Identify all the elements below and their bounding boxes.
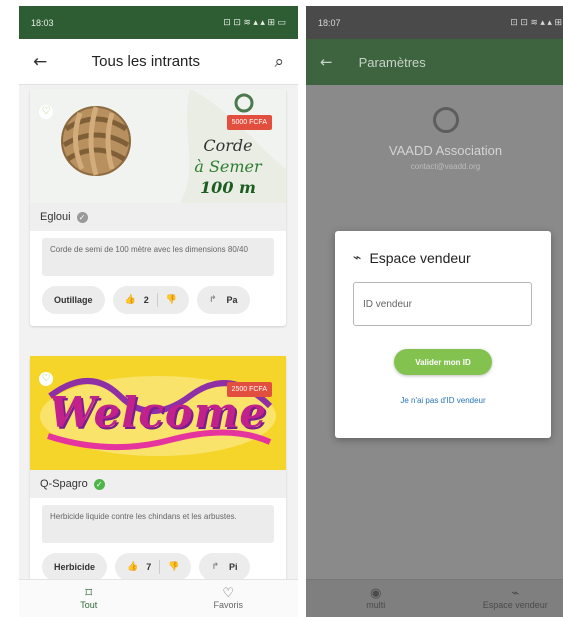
share-icon: ↱ <box>211 562 220 572</box>
product-card[interactable]: ♡ 5000 FCFA Corde à Semer 100 m Egloui ✓… <box>30 89 286 326</box>
app-bar: ← Paramètres <box>306 39 563 85</box>
card-actions: Outillage 👍 2 👎 ↱ Pa <box>30 276 286 326</box>
share-label: Pa <box>226 295 238 305</box>
share-pill[interactable]: ↱ Pi <box>199 553 250 581</box>
status-time: 18:07 <box>318 17 341 28</box>
seller-name: Q-Spagro <box>40 478 88 490</box>
all-items-icon: ⌑ <box>85 586 93 601</box>
dialog-title: Espace vendeur <box>369 250 471 266</box>
seller-row[interactable]: Egloui ✓ <box>30 203 286 231</box>
nav-label: Favoris <box>213 600 243 610</box>
search-icon[interactable]: ⌕ <box>274 52 284 72</box>
validate-id-button[interactable]: Valider mon ID <box>394 349 492 375</box>
card-logo-icon <box>242 94 256 108</box>
nav-label: Tout <box>80 600 98 610</box>
association-logo-icon <box>432 107 459 133</box>
profile-name: VAADD Association <box>388 143 503 158</box>
seller-name: Egloui <box>40 211 71 223</box>
favorite-heart-icon[interactable]: ♡ <box>39 105 53 119</box>
thumbs-up-icon[interactable]: 👍 <box>125 295 136 305</box>
favorite-heart-icon[interactable]: ♡ <box>39 372 53 386</box>
product-image: ♡ 5000 FCFA Corde à Semer 100 m <box>30 89 286 203</box>
tag-icon: ⌁ <box>353 250 362 266</box>
status-icons: ⊡ ⊡ ≋ ▴ ▴ ⊞ ▭ <box>510 17 563 27</box>
left-screen: 18:03 ⊡ ⊡ ≋ ▴ ▴ ⊞ ▭ ← Tous les intrants … <box>19 6 298 617</box>
category-chip[interactable]: Herbicide <box>42 553 108 581</box>
card-actions: Herbicide 👍 7 👎 ↱ Pi <box>30 543 286 581</box>
status-bar: 18:03 ⊡ ⊡ ≋ ▴ ▴ ⊞ ▭ <box>19 6 298 39</box>
thumbs-up-icon[interactable]: 👍 <box>127 562 138 572</box>
account-icon: ◉ <box>370 586 382 601</box>
no-vendor-id-link[interactable]: Je n'ai pas d'ID vendeur <box>335 396 551 405</box>
heart-icon: ♡ <box>222 586 235 601</box>
status-bar: 18:07 ⊡ ⊡ ≋ ▴ ▴ ⊞ ▭ <box>306 6 563 39</box>
vendor-dialog: ⌁ Espace vendeur ID vendeur Valider mon … <box>335 231 551 438</box>
caption-line-3: 100 m <box>200 178 256 197</box>
dialog-header: ⌁ Espace vendeur <box>335 231 551 266</box>
product-card[interactable]: Welcome ♡ 2500 FCFA Q-Spagro ✓ Herbicide… <box>30 356 286 581</box>
bottom-navigation: ◉ multi ⌁ Espace vendeur <box>306 579 563 617</box>
product-image: Welcome ♡ 2500 FCFA <box>30 356 286 470</box>
price-badge: 2500 FCFA <box>226 382 272 397</box>
category-chip[interactable]: Outillage <box>42 286 105 314</box>
status-icons: ⊡ ⊡ ≋ ▴ ▴ ⊞ ▭ <box>223 17 286 27</box>
profile-email: contact@vaadd.org <box>410 162 481 171</box>
verified-check-icon: ✓ <box>93 478 105 490</box>
caption-line-1: Corde <box>203 136 253 155</box>
thumbs-down-icon[interactable]: 👎 <box>168 562 179 572</box>
like-count: 7 <box>146 562 152 572</box>
right-screen: 18:07 ⊡ ⊡ ≋ ▴ ▴ ⊞ ▭ ← Paramètres VAADD A… <box>306 6 563 617</box>
product-description: Herbicide liquide contre les chindans et… <box>42 505 274 543</box>
input-placeholder: ID vendeur <box>363 298 412 310</box>
nav-item-multi[interactable]: ◉ multi <box>306 580 446 617</box>
status-time: 18:03 <box>31 17 54 28</box>
seller-row[interactable]: Q-Spagro ✓ <box>30 470 286 498</box>
share-pill[interactable]: ↱ Pa <box>196 286 250 314</box>
share-label: Pi <box>229 562 238 572</box>
page-title: Tous les intrants <box>91 53 201 70</box>
nav-item-favoris[interactable]: ♡ Favoris <box>159 580 299 617</box>
back-arrow-icon[interactable]: ← <box>33 52 47 72</box>
thumbs-down-icon[interactable]: 👎 <box>166 295 177 305</box>
caption-line-2: à Semer <box>194 157 262 176</box>
product-description: Corde de semi de 100 mètre avec les dime… <box>42 238 274 276</box>
nav-item-espace-vendeur[interactable]: ⌁ Espace vendeur <box>446 580 563 617</box>
like-count: 2 <box>143 295 149 305</box>
nav-label: multi <box>366 600 386 610</box>
like-dislike-pill: 👍 2 👎 <box>112 286 189 314</box>
back-arrow-icon[interactable]: ← <box>320 53 333 71</box>
share-icon: ↱ <box>208 295 217 305</box>
bottom-navigation: ⌑ Tout ♡ Favoris <box>19 579 298 617</box>
vendor-id-input[interactable]: ID vendeur <box>353 282 532 326</box>
like-dislike-pill: 👍 7 👎 <box>115 553 192 581</box>
profile-section: VAADD Association contact@vaadd.org <box>306 107 563 171</box>
page-title: Paramètres <box>358 54 426 70</box>
nav-label: Espace vendeur <box>482 600 548 610</box>
app-bar: ← Tous les intrants ⌕ <box>19 39 298 85</box>
tag-icon: ⌁ <box>511 586 520 601</box>
image-caption: Corde à Semer 100 m <box>178 135 278 198</box>
verified-check-icon: ✓ <box>76 211 88 223</box>
nav-item-tout[interactable]: ⌑ Tout <box>19 580 159 617</box>
price-badge: 5000 FCFA <box>226 115 272 130</box>
